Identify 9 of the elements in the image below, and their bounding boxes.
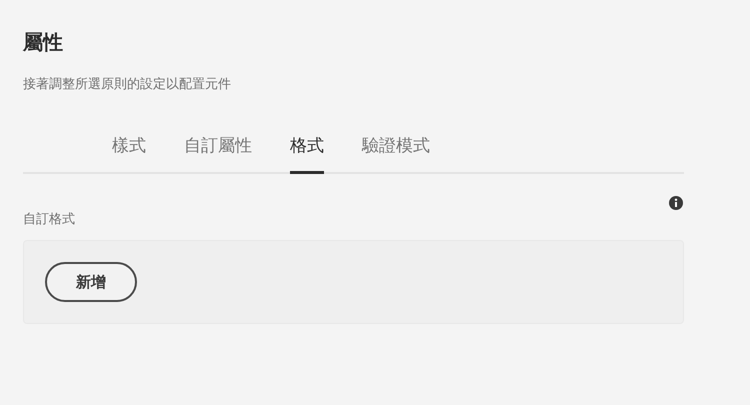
add-button[interactable]: 新增	[45, 262, 137, 302]
panel-description: 接著調整所選原則的設定以配置元件	[23, 76, 232, 94]
tab[interactable]: 自訂屬性	[184, 134, 252, 174]
info-icon[interactable]	[669, 196, 683, 210]
tab[interactable]: 格式	[290, 134, 324, 174]
tab[interactable]: 驗證模式	[362, 134, 430, 174]
panel-title: 屬性	[23, 29, 64, 56]
tab[interactable]: 樣式	[112, 134, 146, 174]
field-label: 自訂格式	[23, 211, 75, 228]
